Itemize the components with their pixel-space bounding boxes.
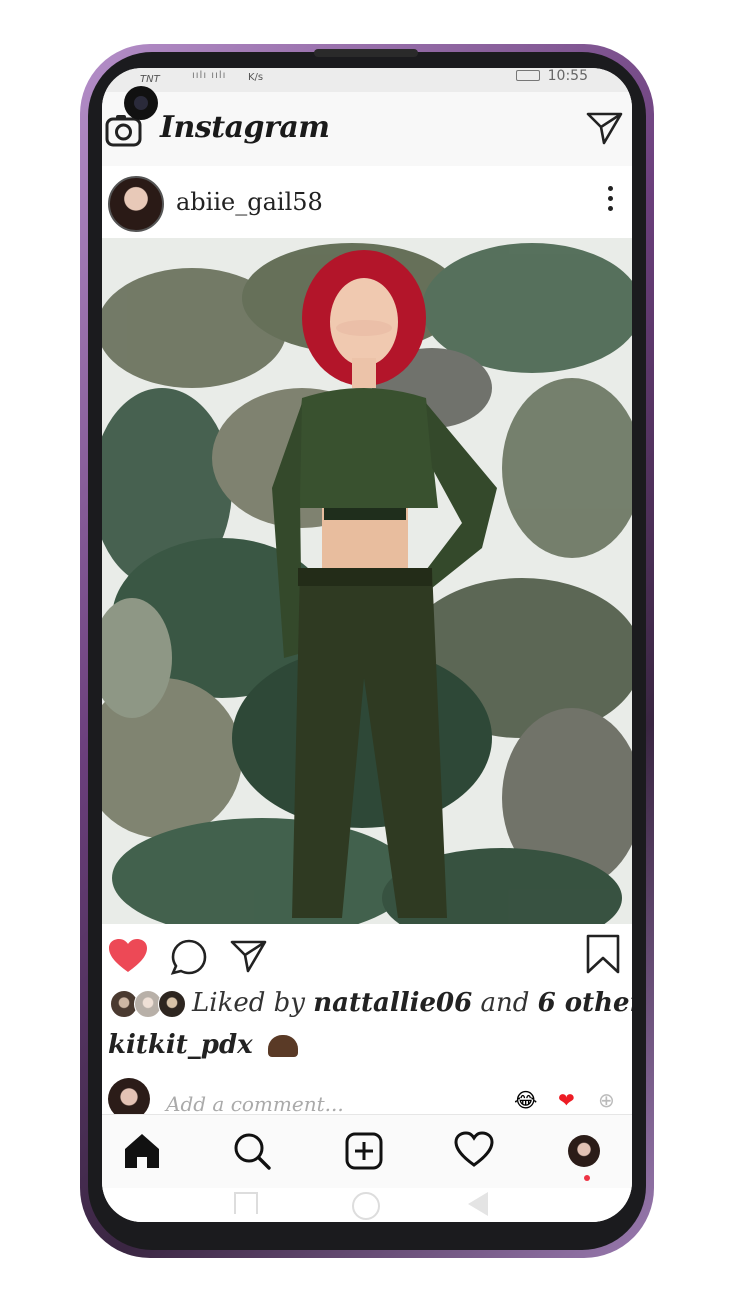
bottom-navigation [102,1114,632,1189]
instagram-logo: Instagram [160,110,330,145]
signal-strength: ıılı ıılı [192,70,227,81]
carrier-label: TNT [140,74,160,85]
instagram-header: Instagram [102,92,632,167]
search-icon[interactable] [232,1131,272,1175]
comment-icon[interactable] [170,938,208,980]
avatar[interactable] [108,176,164,232]
vertical-dots-icon[interactable] [608,186,614,216]
recent-apps-icon[interactable] [234,1192,258,1214]
home-icon[interactable] [122,1131,162,1175]
post-caption: kitkit_pdx [108,1030,298,1060]
post-username[interactable]: abiie_gail58 [176,188,323,216]
clock: 10:55 [547,68,588,84]
home-button-icon[interactable] [352,1192,380,1220]
comment-input[interactable]: Add a comment... [166,1092,344,1116]
add-post-icon[interactable] [344,1131,384,1175]
add-emoji-icon[interactable]: ⊕ [598,1088,615,1112]
paper-plane-icon[interactable] [586,110,624,150]
red-heart-icon[interactable]: ❤ [558,1088,575,1112]
likes-summary[interactable]: Liked by nattallie06 and 6 others [110,988,632,1028]
caption-username[interactable]: kitkit_pdx [108,1030,253,1060]
earpiece-speaker [314,49,418,57]
laughing-emoji-icon[interactable]: 😂 [514,1088,537,1112]
liked-others[interactable]: 6 others [538,988,632,1018]
battery-icon [516,70,540,81]
heart-filled-icon[interactable] [108,938,148,978]
status-bar: TNT ıılı ıılı K/s 10:55 [102,68,632,92]
liked-mid: and [480,988,530,1018]
heart-icon[interactable] [454,1131,494,1173]
bookmark-icon[interactable] [586,934,620,978]
activity-dot [584,1175,590,1181]
back-icon[interactable] [468,1192,488,1216]
network-speed: K/s [248,72,264,83]
hair-emoji-icon [267,1035,298,1057]
post-header: abiie_gail58 [102,166,632,238]
liked-prefix: Liked by [192,988,305,1018]
profile-avatar[interactable] [568,1135,600,1167]
phone-screen: TNT ıılı ıılı K/s 10:55 Instagram abiie_… [102,68,632,1222]
liker-avatars [110,990,186,1018]
system-navigation-bar [102,1188,632,1222]
post-image[interactable] [102,238,632,924]
front-camera [124,86,158,120]
liked-user[interactable]: nattallie06 [313,988,472,1018]
camouflage-illustration [102,238,632,924]
share-icon[interactable] [230,938,268,978]
